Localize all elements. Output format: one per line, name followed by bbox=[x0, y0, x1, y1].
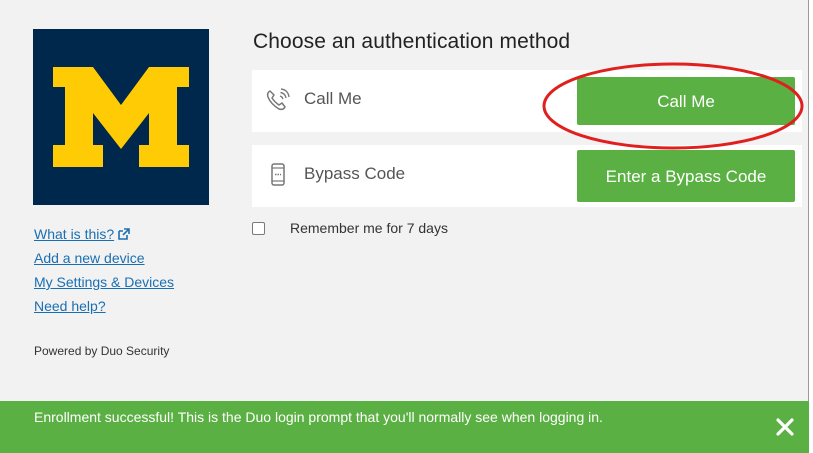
powered-by-text: Powered by Duo Security bbox=[34, 344, 170, 358]
duo-prompt-frame: What is this? Add a new device My Settin… bbox=[0, 0, 809, 453]
remember-me-label: Remember me for 7 days bbox=[290, 220, 448, 236]
status-banner: Enrollment successful! This is the Duo l… bbox=[0, 401, 809, 453]
what-is-this-link[interactable]: What is this? bbox=[34, 224, 224, 244]
banner-message: Enrollment successful! This is the Duo l… bbox=[34, 409, 603, 425]
device-icon bbox=[265, 162, 291, 188]
remember-me-checkbox[interactable] bbox=[252, 221, 265, 235]
add-new-device-link[interactable]: Add a new device bbox=[34, 248, 224, 268]
block-m-icon bbox=[53, 67, 189, 167]
close-icon[interactable] bbox=[773, 415, 797, 439]
university-logo bbox=[33, 29, 209, 205]
enter-bypass-code-button[interactable]: Enter a Bypass Code bbox=[577, 150, 795, 202]
need-help-link[interactable]: Need help? bbox=[34, 296, 224, 316]
call-me-button[interactable]: Call Me bbox=[577, 77, 795, 125]
method-row-bypass: Bypass Code Enter a Bypass Code bbox=[252, 145, 802, 207]
page-title: Choose an authentication method bbox=[253, 30, 571, 53]
remember-me-option[interactable]: Remember me for 7 days bbox=[252, 220, 448, 236]
sidebar-links: What is this? Add a new device My Settin… bbox=[34, 224, 224, 320]
method-label-call: Call Me bbox=[304, 89, 362, 108]
phone-call-icon bbox=[265, 87, 291, 113]
method-row-call: Call Me Call Me bbox=[252, 70, 802, 132]
external-link-icon bbox=[118, 225, 130, 245]
my-settings-devices-link[interactable]: My Settings & Devices bbox=[34, 272, 224, 292]
what-is-this-label: What is this? bbox=[34, 226, 115, 242]
method-label-bypass: Bypass Code bbox=[304, 164, 406, 183]
